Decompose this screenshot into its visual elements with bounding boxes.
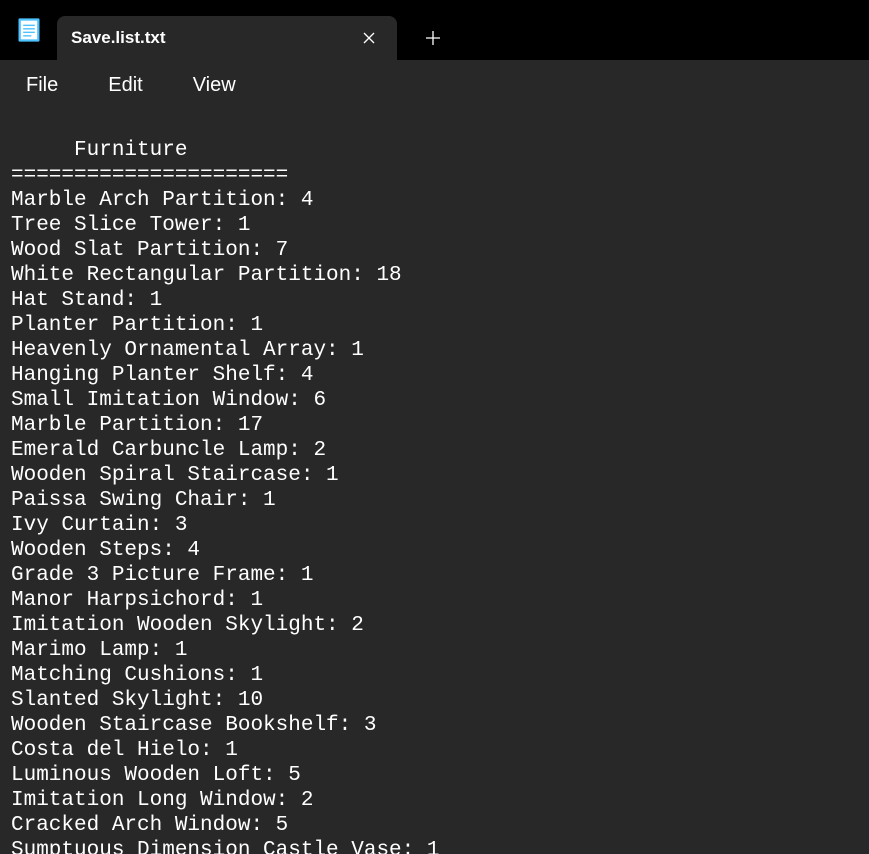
new-tab-button[interactable] [411,16,455,60]
notepad-icon [15,16,43,44]
tab-active[interactable]: Save.list.txt [57,16,397,60]
menu-edit[interactable]: Edit [90,68,160,103]
text-editor[interactable]: Furniture ====================== Marble … [0,110,869,854]
titlebar: Save.list.txt [0,0,869,60]
tab-title: Save.list.txt [71,28,355,48]
menubar: File Edit View [0,60,869,110]
menu-view[interactable]: View [175,68,254,103]
menu-file[interactable]: File [8,68,76,103]
close-icon[interactable] [355,24,383,52]
